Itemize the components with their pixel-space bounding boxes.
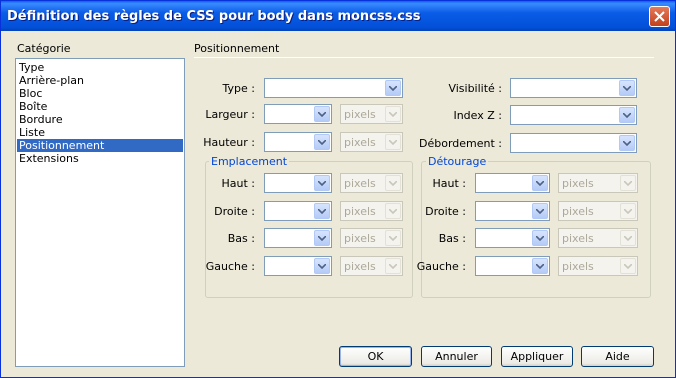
chevron-down-icon [620, 258, 636, 274]
apply-button[interactable]: Appliquer [501, 346, 573, 367]
chevron-down-icon[interactable] [385, 80, 401, 96]
placement-bottom-label: Bas : [227, 232, 255, 245]
help-button[interactable]: Aide [581, 346, 654, 367]
chevron-down-icon[interactable] [619, 80, 635, 96]
category-item-border[interactable]: Bordure [17, 113, 183, 126]
placement-left-label: Gauche : [205, 260, 255, 273]
chevron-down-icon [385, 175, 401, 191]
chevron-down-icon[interactable] [532, 175, 548, 191]
visibility-label: Visibilité : [448, 82, 502, 95]
placement-right-select[interactable] [264, 201, 332, 221]
height-label: Hauteur : [203, 136, 255, 149]
category-item-background[interactable]: Arrière-plan [17, 74, 183, 87]
clip-group-title: Détourage [426, 155, 489, 168]
clip-right-unit: pixels [558, 201, 638, 221]
close-button[interactable] [649, 6, 670, 27]
placement-top-unit: pixels [340, 173, 403, 193]
chevron-down-icon [385, 203, 401, 219]
category-item-extensions[interactable]: Extensions [17, 152, 183, 165]
chevron-down-icon [620, 230, 636, 246]
chevron-down-icon[interactable] [314, 203, 330, 219]
chevron-down-icon[interactable] [619, 135, 635, 151]
chevron-down-icon[interactable] [619, 107, 635, 123]
clip-left-select[interactable] [475, 256, 550, 276]
cancel-button[interactable]: Annuler [421, 346, 492, 367]
placement-top-label: Haut : [221, 177, 256, 190]
category-item-block[interactable]: Bloc [17, 87, 183, 100]
dialog-window: Définition des règles de CSS pour body d… [0, 0, 676, 378]
width-unit-select: pixels [340, 104, 403, 124]
title-bar[interactable]: Définition des règles de CSS pour body d… [1, 1, 675, 31]
close-icon [654, 11, 665, 22]
height-value-select[interactable] [264, 132, 332, 152]
type-label: Type : [222, 82, 255, 95]
overflow-select[interactable] [510, 133, 637, 153]
type-select[interactable] [264, 78, 403, 98]
chevron-down-icon[interactable] [532, 230, 548, 246]
placement-group-title: Emplacement [209, 155, 290, 168]
clip-left-unit: pixels [558, 256, 638, 276]
chevron-down-icon [620, 175, 636, 191]
height-unit-select: pixels [340, 132, 403, 152]
window-title: Définition des règles de CSS pour body d… [7, 9, 421, 24]
chevron-down-icon[interactable] [314, 258, 330, 274]
category-item-type[interactable]: Type [17, 61, 183, 74]
clip-top-label: Haut : [432, 177, 467, 190]
clip-bottom-select[interactable] [475, 228, 550, 248]
chevron-down-icon [385, 230, 401, 246]
chevron-down-icon [385, 134, 401, 150]
placement-top-select[interactable] [264, 173, 332, 193]
placement-bottom-unit: pixels [340, 228, 403, 248]
chevron-down-icon[interactable] [314, 106, 330, 122]
chevron-down-icon [385, 258, 401, 274]
width-label: Largeur : [205, 108, 255, 121]
width-value-select[interactable] [264, 104, 332, 124]
placement-left-select[interactable] [264, 256, 332, 276]
clip-left-label: Gauche : [416, 260, 466, 273]
chevron-down-icon [385, 106, 401, 122]
overflow-label: Débordement : [419, 137, 502, 150]
chevron-down-icon[interactable] [532, 258, 548, 274]
section-title: Positionnement [194, 42, 280, 55]
category-item-positioning[interactable]: Positionnement [17, 139, 183, 152]
category-item-box[interactable]: Boîte [17, 100, 183, 113]
chevron-down-icon[interactable] [532, 203, 548, 219]
clip-bottom-unit: pixels [558, 228, 638, 248]
clip-top-select[interactable] [475, 173, 550, 193]
category-label: Catégorie [17, 42, 71, 55]
placement-left-unit: pixels [340, 256, 403, 276]
placement-bottom-select[interactable] [264, 228, 332, 248]
placement-right-unit: pixels [340, 201, 403, 221]
clip-bottom-label: Bas : [438, 232, 466, 245]
clip-top-unit: pixels [558, 173, 638, 193]
clip-right-select[interactable] [475, 201, 550, 221]
chevron-down-icon [620, 203, 636, 219]
placement-right-label: Droite : [214, 205, 255, 218]
ok-button[interactable]: OK [339, 346, 412, 367]
chevron-down-icon[interactable] [314, 134, 330, 150]
clip-right-label: Droite : [425, 205, 466, 218]
category-list[interactable]: Type Arrière-plan Bloc Boîte Bordure Lis… [15, 58, 185, 367]
section-divider [194, 57, 654, 58]
z-index-select[interactable] [510, 105, 637, 125]
chevron-down-icon[interactable] [314, 175, 330, 191]
chevron-down-icon[interactable] [314, 230, 330, 246]
visibility-select[interactable] [510, 78, 637, 98]
category-item-list[interactable]: Liste [17, 126, 183, 139]
z-index-label: Index Z : [453, 109, 502, 122]
